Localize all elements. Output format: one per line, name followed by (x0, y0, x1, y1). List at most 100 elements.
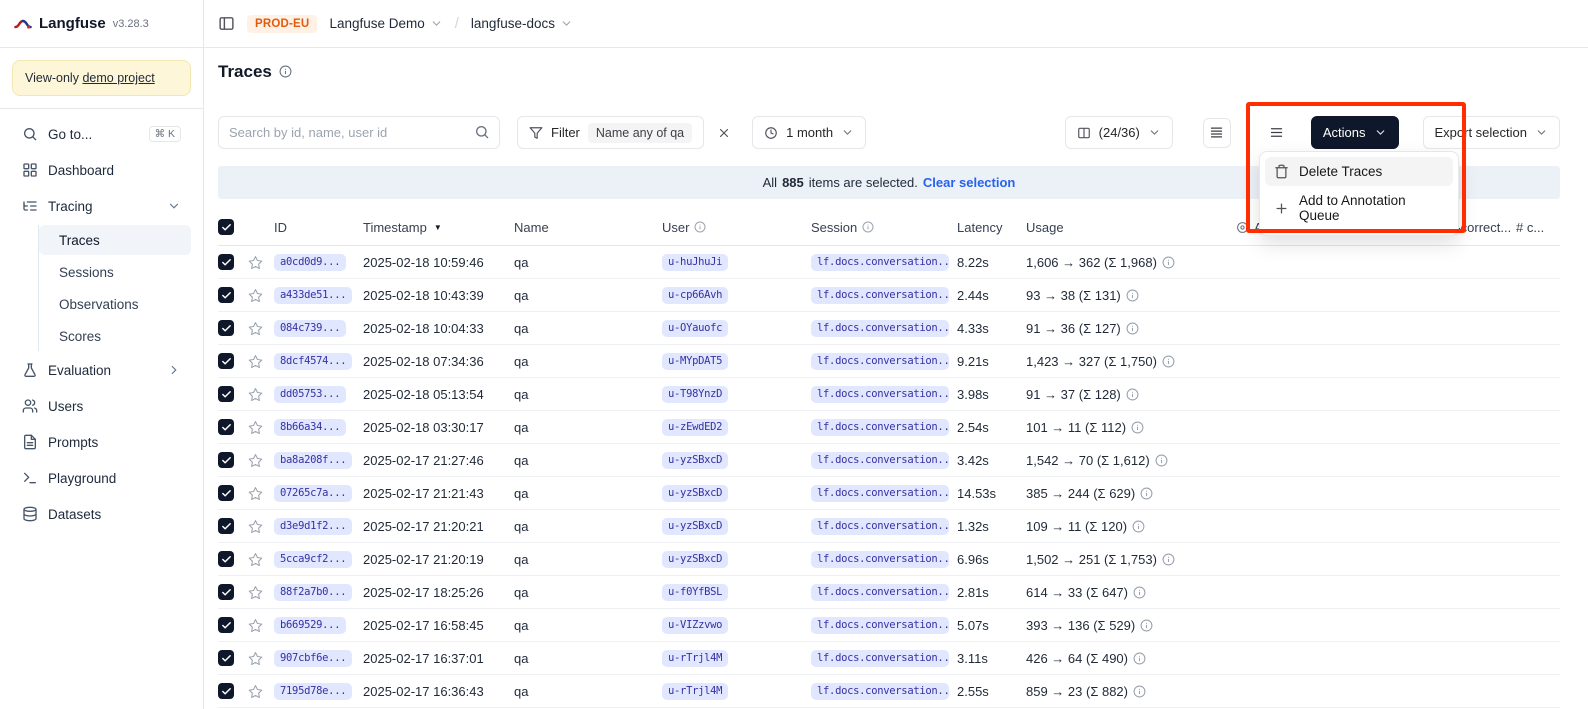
breadcrumb-project[interactable]: langfuse-docs (471, 16, 573, 31)
bookmark-star-icon[interactable] (248, 519, 263, 534)
table-row[interactable]: b669529... 2025-02-17 16:58:45 qa u-VIZz… (218, 609, 1560, 642)
row-checkbox[interactable] (218, 683, 234, 699)
table-row[interactable]: 07265c7a... 2025-02-17 21:21:43 qa u-yzS… (218, 477, 1560, 510)
sidebar-item-goto[interactable]: Go to... ⌘ K (12, 117, 191, 151)
user-badge[interactable]: u-yzSBxcD (662, 551, 728, 568)
header-score-c[interactable]: # c... (1516, 220, 1560, 235)
session-badge[interactable]: lf.docs.conversation... (811, 650, 949, 667)
session-badge[interactable]: lf.docs.conversation... (811, 287, 949, 304)
row-checkbox[interactable] (218, 584, 234, 600)
row-checkbox[interactable] (218, 650, 234, 666)
info-icon[interactable] (1140, 487, 1153, 500)
table-row[interactable]: 8b66a34... 2025-02-18 03:30:17 qa u-zEwd… (218, 411, 1560, 444)
bookmark-star-icon[interactable] (248, 552, 263, 567)
row-checkbox[interactable] (218, 452, 234, 468)
header-usage[interactable]: Usage (1026, 220, 1236, 235)
session-badge[interactable]: lf.docs.conversation... (811, 683, 949, 700)
sidebar-item-datasets[interactable]: Datasets (12, 497, 191, 531)
sidebar-item-sessions[interactable]: Sessions (39, 257, 191, 287)
breadcrumb-organization[interactable]: Langfuse Demo (329, 16, 442, 31)
user-badge[interactable]: u-f0YfBSL (662, 584, 728, 601)
header-score-correctness[interactable]: (-correct... (1452, 220, 1516, 235)
sidebar-item-observations[interactable]: Observations (39, 289, 191, 319)
user-badge[interactable]: u-MYpDAT5 (662, 353, 728, 370)
row-checkbox[interactable] (218, 551, 234, 567)
export-selection-button[interactable]: Export selection (1423, 116, 1561, 149)
session-badge[interactable]: lf.docs.conversation... (811, 386, 949, 403)
info-icon[interactable] (1133, 652, 1146, 665)
sidebar-toggle-icon[interactable] (218, 15, 235, 32)
session-badge[interactable]: lf.docs.conversation... (811, 584, 949, 601)
session-badge[interactable]: lf.docs.conversation... (811, 320, 949, 337)
sidebar-item-scores[interactable]: Scores (39, 321, 191, 351)
trace-id-badge[interactable]: 084c739... (274, 320, 346, 337)
trace-id-badge[interactable]: ba8a208f... (274, 452, 352, 469)
info-icon[interactable] (1131, 421, 1144, 434)
trace-id-badge[interactable]: a0cd0d9... (274, 254, 346, 271)
trace-id-badge[interactable]: dd05753... (274, 386, 346, 403)
row-height-compact-button[interactable] (1203, 118, 1231, 148)
bookmark-star-icon[interactable] (248, 618, 263, 633)
header-session[interactable]: Session (811, 220, 957, 235)
user-badge[interactable]: u-rTrjl4M (662, 683, 728, 700)
session-badge[interactable]: lf.docs.conversation... (811, 452, 949, 469)
info-icon[interactable] (1162, 256, 1175, 269)
row-checkbox[interactable] (218, 353, 234, 369)
bookmark-star-icon[interactable] (248, 321, 263, 336)
user-badge[interactable]: u-cp66Avh (662, 287, 728, 304)
info-icon[interactable] (1126, 322, 1139, 335)
search-input[interactable] (218, 116, 500, 149)
trace-id-badge[interactable]: 5cca9cf2... (274, 551, 352, 568)
bookmark-star-icon[interactable] (248, 354, 263, 369)
user-badge[interactable]: u-yzSBxcD (662, 452, 728, 469)
table-row[interactable]: 5cca9cf2... 2025-02-17 21:20:19 qa u-yzS… (218, 543, 1560, 576)
user-badge[interactable]: u-yzSBxcD (662, 518, 728, 535)
bookmark-star-icon[interactable] (248, 684, 263, 699)
row-checkbox[interactable] (218, 386, 234, 402)
info-icon[interactable] (1133, 586, 1146, 599)
menu-item-add-to-annotation-queue[interactable]: Add to Annotation Queue (1265, 186, 1453, 230)
user-badge[interactable]: u-rTrjl4M (662, 650, 728, 667)
search-icon[interactable] (474, 124, 490, 140)
row-checkbox[interactable] (218, 320, 234, 336)
sidebar-item-tracing[interactable]: Tracing (12, 189, 191, 223)
row-checkbox[interactable] (218, 419, 234, 435)
sidebar-item-prompts[interactable]: Prompts (12, 425, 191, 459)
row-checkbox[interactable] (218, 254, 234, 270)
clear-selection-link[interactable]: Clear selection (923, 175, 1016, 190)
session-badge[interactable]: lf.docs.conversation... (811, 551, 949, 568)
session-badge[interactable]: lf.docs.conversation... (811, 254, 949, 271)
row-checkbox[interactable] (218, 518, 234, 534)
menu-item-delete-traces[interactable]: Delete Traces (1265, 157, 1453, 186)
demo-project-link[interactable]: demo project (82, 71, 154, 85)
table-row[interactable]: d3e9d1f2... 2025-02-17 21:20:21 qa u-yzS… (218, 510, 1560, 543)
session-badge[interactable]: lf.docs.conversation... (811, 419, 949, 436)
bookmark-star-icon[interactable] (248, 387, 263, 402)
table-row[interactable]: ba8a208f... 2025-02-17 21:27:46 qa u-yzS… (218, 444, 1560, 477)
info-icon[interactable] (1155, 454, 1168, 467)
session-badge[interactable]: lf.docs.conversation... (811, 518, 949, 535)
user-badge[interactable]: u-OYauofc (662, 320, 728, 337)
trace-id-badge[interactable]: 8dcf4574... (274, 353, 352, 370)
bookmark-star-icon[interactable] (248, 486, 263, 501)
user-badge[interactable]: u-huJhuJi (662, 254, 728, 271)
info-icon[interactable] (1162, 355, 1175, 368)
info-icon[interactable] (1126, 388, 1139, 401)
user-badge[interactable]: u-T98YnzD (662, 386, 728, 403)
session-badge[interactable]: lf.docs.conversation... (811, 353, 949, 370)
sidebar-item-users[interactable]: Users (12, 389, 191, 423)
columns-button[interactable]: (24/36) (1065, 116, 1173, 149)
row-checkbox[interactable] (218, 485, 234, 501)
row-checkbox[interactable] (218, 617, 234, 633)
trace-id-badge[interactable]: a433de51... (274, 287, 352, 304)
table-row[interactable]: 084c739... 2025-02-18 10:04:33 qa u-OYau… (218, 312, 1560, 345)
row-height-relaxed-button[interactable] (1263, 118, 1291, 148)
table-row[interactable]: 907cbf6e... 2025-02-17 16:37:01 qa u-rTr… (218, 642, 1560, 675)
info-icon[interactable] (1162, 553, 1175, 566)
trace-id-badge[interactable]: 07265c7a... (274, 485, 352, 502)
session-badge[interactable]: lf.docs.conversation... (811, 485, 949, 502)
bookmark-star-icon[interactable] (248, 585, 263, 600)
trace-id-badge[interactable]: 7195d78e... (274, 683, 352, 700)
trace-id-badge[interactable]: 88f2a7b0... (274, 584, 352, 601)
user-badge[interactable]: u-yzSBxcD (662, 485, 728, 502)
